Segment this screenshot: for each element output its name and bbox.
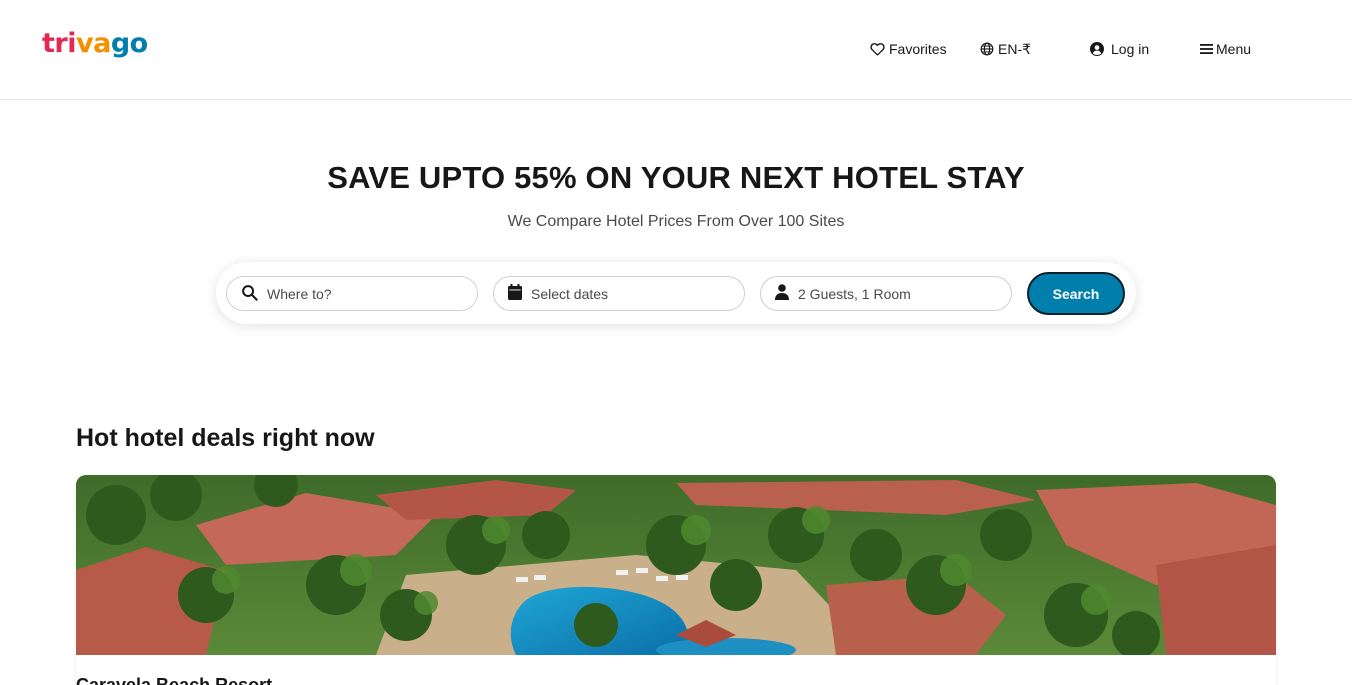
user-circle-icon	[1090, 42, 1104, 56]
guests-label: 2 Guests, 1 Room	[798, 285, 911, 302]
hamburger-icon	[1200, 43, 1213, 55]
person-icon	[775, 284, 789, 303]
trivago-logo[interactable]: trivago	[42, 28, 148, 60]
site-header: trivago Favorites EN-₹ Log in Menu	[0, 0, 1352, 100]
favorites-link[interactable]: Favorites	[870, 38, 947, 60]
dates-field[interactable]: Select dates	[493, 276, 745, 311]
hero-title: SAVE UPTO 55% ON YOUR NEXT HOTEL STAY	[327, 160, 1025, 195]
search-icon	[241, 284, 258, 304]
login-link[interactable]: Log in	[1090, 38, 1149, 60]
dates-label: Select dates	[531, 285, 609, 302]
guests-field[interactable]: 2 Guests, 1 Room	[760, 276, 1012, 311]
hero-subtitle: We Compare Hotel Prices From Over 100 Si…	[507, 213, 845, 230]
globe-icon	[980, 42, 994, 56]
heart-icon	[870, 42, 885, 56]
logo-part-2: va	[75, 28, 111, 59]
menu-label: Menu	[1216, 41, 1252, 57]
favorites-label: Favorites	[889, 41, 947, 57]
destination-field[interactable]	[226, 276, 478, 311]
language-label: EN-₹	[998, 40, 1032, 57]
destination-input[interactable]	[267, 285, 457, 302]
search-bar: Select dates 2 Guests, 1 Room Search	[216, 262, 1136, 324]
deal-card[interactable]: Caravela Beach Resort	[76, 475, 1276, 685]
hotel-name[interactable]: Caravela Beach Resort	[76, 675, 272, 685]
logo-part-3: go	[110, 28, 148, 59]
login-label: Log in	[1111, 41, 1150, 57]
language-currency-selector[interactable]: EN-₹	[980, 38, 1031, 60]
calendar-icon	[508, 284, 522, 303]
logo-part-1: tri	[42, 28, 76, 59]
deals-section-title: Hot hotel deals right now	[76, 424, 375, 452]
search-button[interactable]: Search	[1027, 272, 1125, 315]
menu-button[interactable]: Menu	[1200, 38, 1251, 60]
hotel-photo	[76, 475, 1276, 655]
